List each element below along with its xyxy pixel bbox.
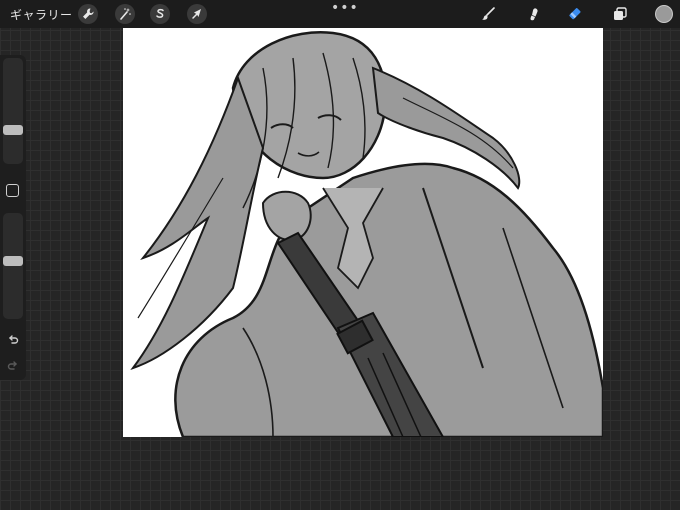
opacity-slider[interactable]: [3, 213, 23, 319]
sketch-illustration: [130, 31, 603, 437]
gallery-button[interactable]: ギャラリー: [10, 6, 73, 23]
magic-wand-icon: [120, 8, 131, 20]
selection-s-icon: [156, 8, 164, 18]
more-options-button[interactable]: •••: [331, 1, 359, 15]
smudge-icon: [530, 8, 538, 21]
actions-button[interactable]: [78, 4, 98, 24]
top-toolbar: ギャラリー •••: [0, 0, 680, 28]
drawing-canvas[interactable]: [123, 28, 603, 437]
color-picker-button[interactable]: [655, 5, 673, 23]
modify-button[interactable]: [6, 184, 19, 197]
brush-size-handle[interactable]: [3, 125, 23, 135]
brush-icon: [482, 7, 495, 20]
selection-button[interactable]: [150, 4, 170, 24]
adjustments-button[interactable]: [115, 4, 135, 24]
transform-button[interactable]: [187, 4, 207, 24]
brush-tool-button[interactable]: [478, 4, 498, 24]
layers-button[interactable]: [610, 4, 630, 24]
arrow-cursor-icon: [192, 9, 201, 19]
wrench-icon: [83, 8, 94, 19]
smudge-tool-button[interactable]: [523, 4, 543, 24]
eraser-tool-button[interactable]: [566, 4, 586, 24]
redo-button[interactable]: [4, 357, 22, 375]
opacity-handle[interactable]: [3, 256, 23, 266]
eraser-icon: [569, 8, 581, 20]
layers-icon: [614, 7, 627, 20]
left-sidebar: [0, 55, 26, 380]
undo-button[interactable]: [4, 331, 22, 349]
redo-icon: [7, 361, 17, 370]
undo-icon: [9, 335, 19, 344]
brush-size-slider[interactable]: [3, 58, 23, 164]
